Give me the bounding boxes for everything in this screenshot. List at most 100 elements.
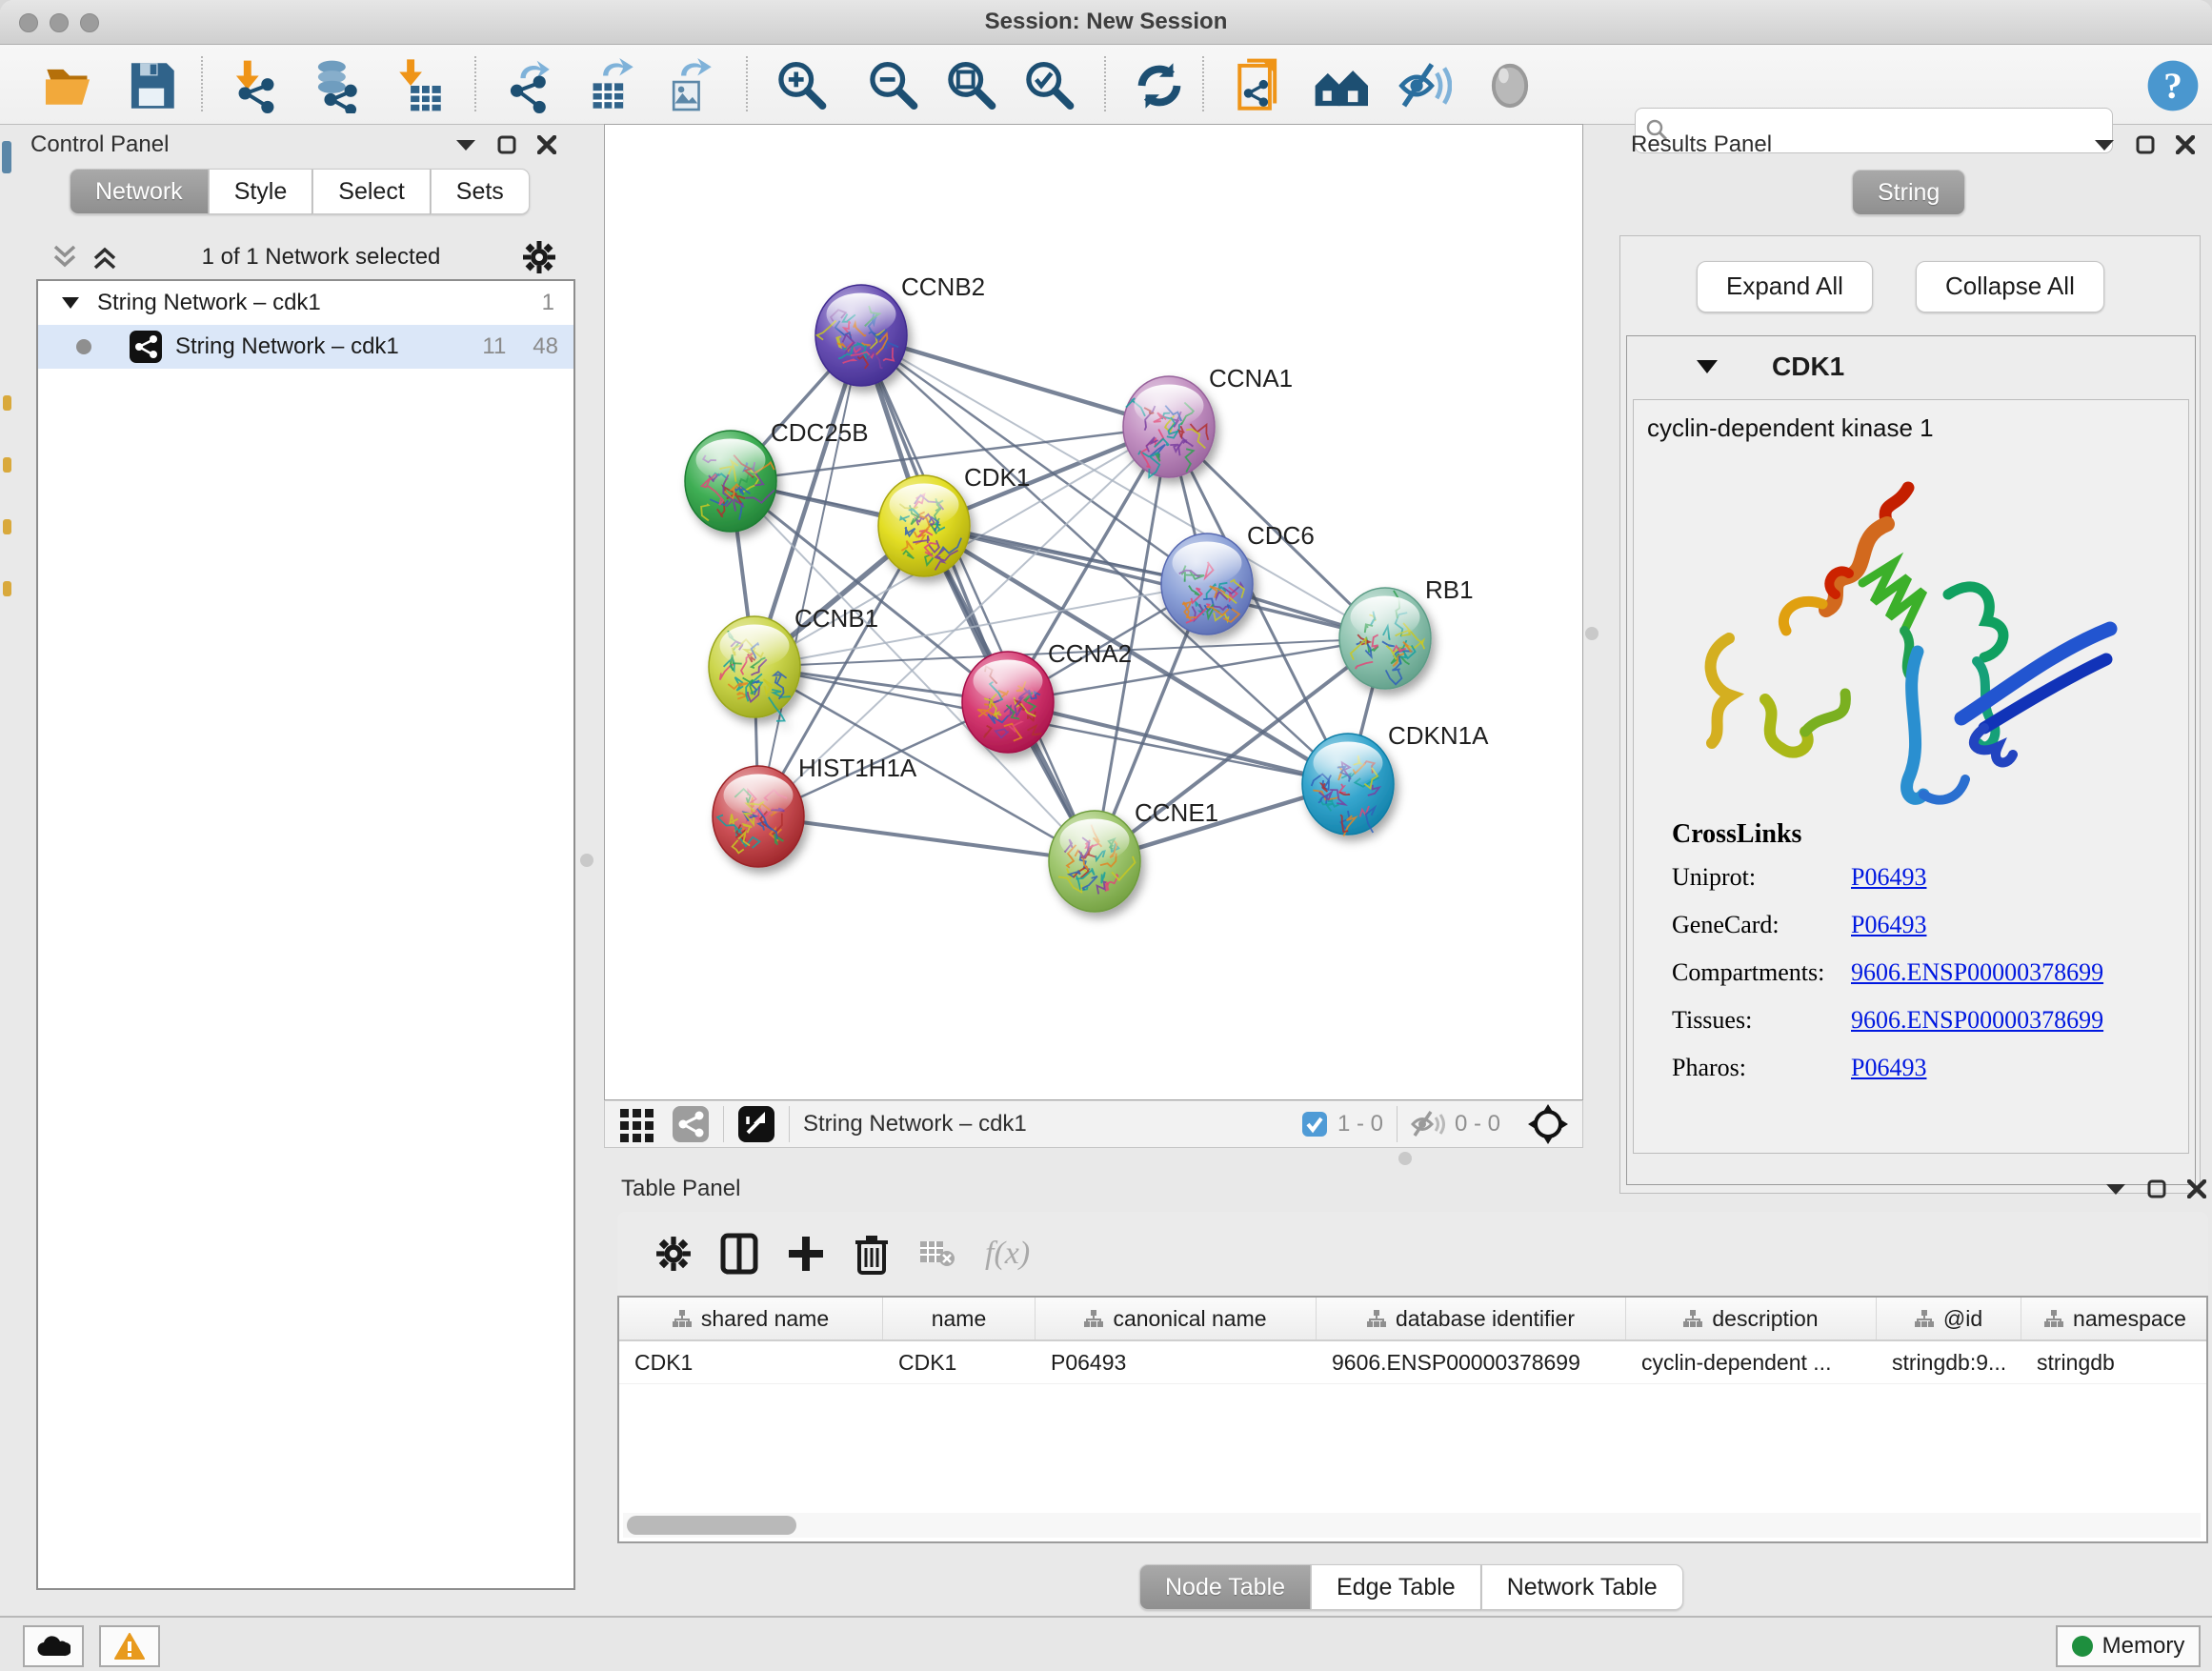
column-header-shared-name[interactable]: shared name [619, 1298, 883, 1339]
column-header-database-identifier[interactable]: database identifier [1317, 1298, 1626, 1339]
collapse-all-networks-icon[interactable] [50, 241, 80, 273]
tab-network[interactable]: Network [70, 169, 209, 214]
cell-description[interactable]: cyclin-dependent ... [1626, 1341, 1877, 1383]
zoom-selected-icon[interactable] [1021, 58, 1076, 111]
zoom-fit-icon[interactable] [943, 58, 998, 111]
panel-close-icon[interactable] [2176, 135, 2195, 154]
column-header-canonical-name[interactable]: canonical name [1036, 1298, 1317, 1339]
network-file-icon[interactable] [1235, 58, 1290, 111]
tab-network-table[interactable]: Network Table [1481, 1564, 1683, 1610]
network-edge[interactable] [1008, 702, 1348, 784]
refresh-layout-icon[interactable] [1132, 58, 1187, 111]
fit-selected-crosshair-icon[interactable] [1527, 1103, 1569, 1145]
network-collection-row[interactable]: String Network – cdk1 1 [38, 281, 573, 325]
tab-style[interactable]: Style [209, 169, 313, 214]
delete-column-trash-icon[interactable] [854, 1233, 890, 1275]
network-view-icon[interactable] [672, 1105, 710, 1143]
first-neighbors-icon[interactable] [1313, 58, 1368, 111]
panel-maximize-icon[interactable] [2147, 1179, 2166, 1198]
panel-float-icon[interactable] [2105, 1182, 2126, 1196]
panel-maximize-icon[interactable] [2136, 135, 2155, 154]
grid-view-icon[interactable] [618, 1105, 656, 1143]
save-session-icon[interactable] [124, 58, 179, 111]
column-header-namespace[interactable]: namespace [2021, 1298, 2208, 1339]
collection-expand-icon[interactable] [61, 296, 80, 310]
network-node-cdc6[interactable] [1161, 534, 1253, 634]
network-edge[interactable] [758, 335, 861, 816]
expand-all-networks-icon[interactable] [90, 241, 120, 273]
network-node-cdk1[interactable] [878, 475, 970, 576]
birds-eye-view-icon[interactable] [737, 1105, 775, 1143]
compartments-link[interactable]: 9606.ENSP00000378699 [1851, 958, 2103, 986]
network-options-gear-icon[interactable] [522, 240, 556, 274]
help-icon[interactable]: ? [2145, 58, 2201, 111]
cell-shared-name[interactable]: CDK1 [619, 1341, 883, 1383]
table-row[interactable]: CDK1CDK1P064939606.ENSP00000378699cyclin… [619, 1341, 2206, 1384]
network-node-hist1h1a[interactable] [713, 766, 804, 867]
tab-edge-table[interactable]: Edge Table [1311, 1564, 1481, 1610]
show-graphics-details-icon[interactable] [1482, 58, 1538, 111]
cell-name[interactable]: CDK1 [883, 1341, 1036, 1383]
network-edge[interactable] [861, 335, 1169, 427]
expand-all-button[interactable]: Expand All [1697, 261, 1873, 312]
cloud-button[interactable] [23, 1625, 84, 1667]
panel-float-icon[interactable] [2094, 138, 2115, 151]
tissues-link[interactable]: 9606.ENSP00000378699 [1851, 1006, 2103, 1034]
hide-graphics-details-icon[interactable] [1397, 58, 1452, 111]
zoom-in-icon[interactable] [774, 58, 829, 111]
network-node-ccnb1[interactable] [709, 616, 800, 721]
collapse-all-button[interactable]: Collapse All [1916, 261, 2104, 312]
uniprot-link[interactable]: P06493 [1851, 863, 1926, 891]
network-edge[interactable] [924, 526, 1385, 638]
panel-close-icon[interactable] [537, 135, 556, 154]
import-table-icon[interactable] [391, 58, 446, 111]
network-row[interactable]: String Network – cdk1 11 48 [38, 325, 573, 369]
column-header-name[interactable]: name [883, 1298, 1036, 1339]
panel-maximize-icon[interactable] [497, 135, 516, 154]
cell-namespace[interactable]: stringdb [2021, 1341, 2208, 1383]
create-column-plus-icon[interactable] [787, 1235, 825, 1273]
open-session-icon[interactable] [42, 58, 97, 111]
import-network-database-icon[interactable] [307, 58, 362, 111]
network-node-cdkn1a[interactable] [1302, 734, 1394, 836]
protein-section-header[interactable]: CDK1 [1627, 336, 2195, 397]
network-node-ccna1[interactable] [1123, 376, 1215, 477]
horizontal-scrollbar[interactable] [623, 1513, 2201, 1538]
column-header--id[interactable]: @id [1877, 1298, 2021, 1339]
bottom-splitter-handle[interactable] [1398, 1152, 1412, 1165]
network-node-ccna2[interactable] [962, 652, 1054, 753]
network-canvas[interactable]: CCNB2CCNA1CDC25BCDK1CDC6RB1CCNB1CCNA2CDK… [604, 124, 1583, 1100]
import-network-file-icon[interactable] [229, 58, 284, 111]
panel-close-icon[interactable] [2187, 1179, 2206, 1198]
cell-canonical-name[interactable]: P06493 [1036, 1341, 1317, 1383]
network-node-cdc25b[interactable] [685, 431, 776, 532]
genecard-link[interactable]: P06493 [1851, 911, 1926, 938]
right-splitter-handle[interactable] [1585, 627, 1599, 640]
table-options-gear-icon[interactable] [655, 1236, 692, 1272]
left-splitter-handle[interactable] [580, 854, 593, 867]
tab-sets[interactable]: Sets [431, 169, 530, 214]
network-node-rb1[interactable] [1339, 588, 1431, 689]
panel-float-icon[interactable] [455, 138, 476, 151]
network-node-ccne1[interactable] [1049, 811, 1140, 912]
pharos-link[interactable]: P06493 [1851, 1054, 1926, 1081]
section-collapse-icon[interactable] [1696, 359, 1719, 374]
column-header-description[interactable]: description [1626, 1298, 1877, 1339]
cell--id[interactable]: stringdb:9... [1877, 1341, 2021, 1383]
export-table-icon[interactable] [583, 58, 638, 111]
network-node-ccnb2[interactable] [815, 285, 907, 386]
network-edge[interactable] [758, 816, 1095, 861]
export-network-icon[interactable] [503, 58, 558, 111]
zoom-out-icon[interactable] [865, 58, 920, 111]
node-table[interactable]: shared namenamecanonical namedatabase id… [617, 1296, 2208, 1543]
tab-select[interactable]: Select [312, 169, 430, 214]
show-columns-icon[interactable] [720, 1233, 758, 1275]
tab-node-table[interactable]: Node Table [1139, 1564, 1311, 1610]
cell-database-identifier[interactable]: 9606.ENSP00000378699 [1317, 1341, 1626, 1383]
warnings-button[interactable] [99, 1625, 160, 1667]
network-edge[interactable] [861, 335, 1095, 861]
tab-string[interactable]: String [1852, 170, 1965, 215]
memory-button[interactable]: Memory [2056, 1625, 2201, 1667]
export-image-icon[interactable] [661, 58, 716, 111]
scrollbar-thumb[interactable] [627, 1516, 796, 1535]
